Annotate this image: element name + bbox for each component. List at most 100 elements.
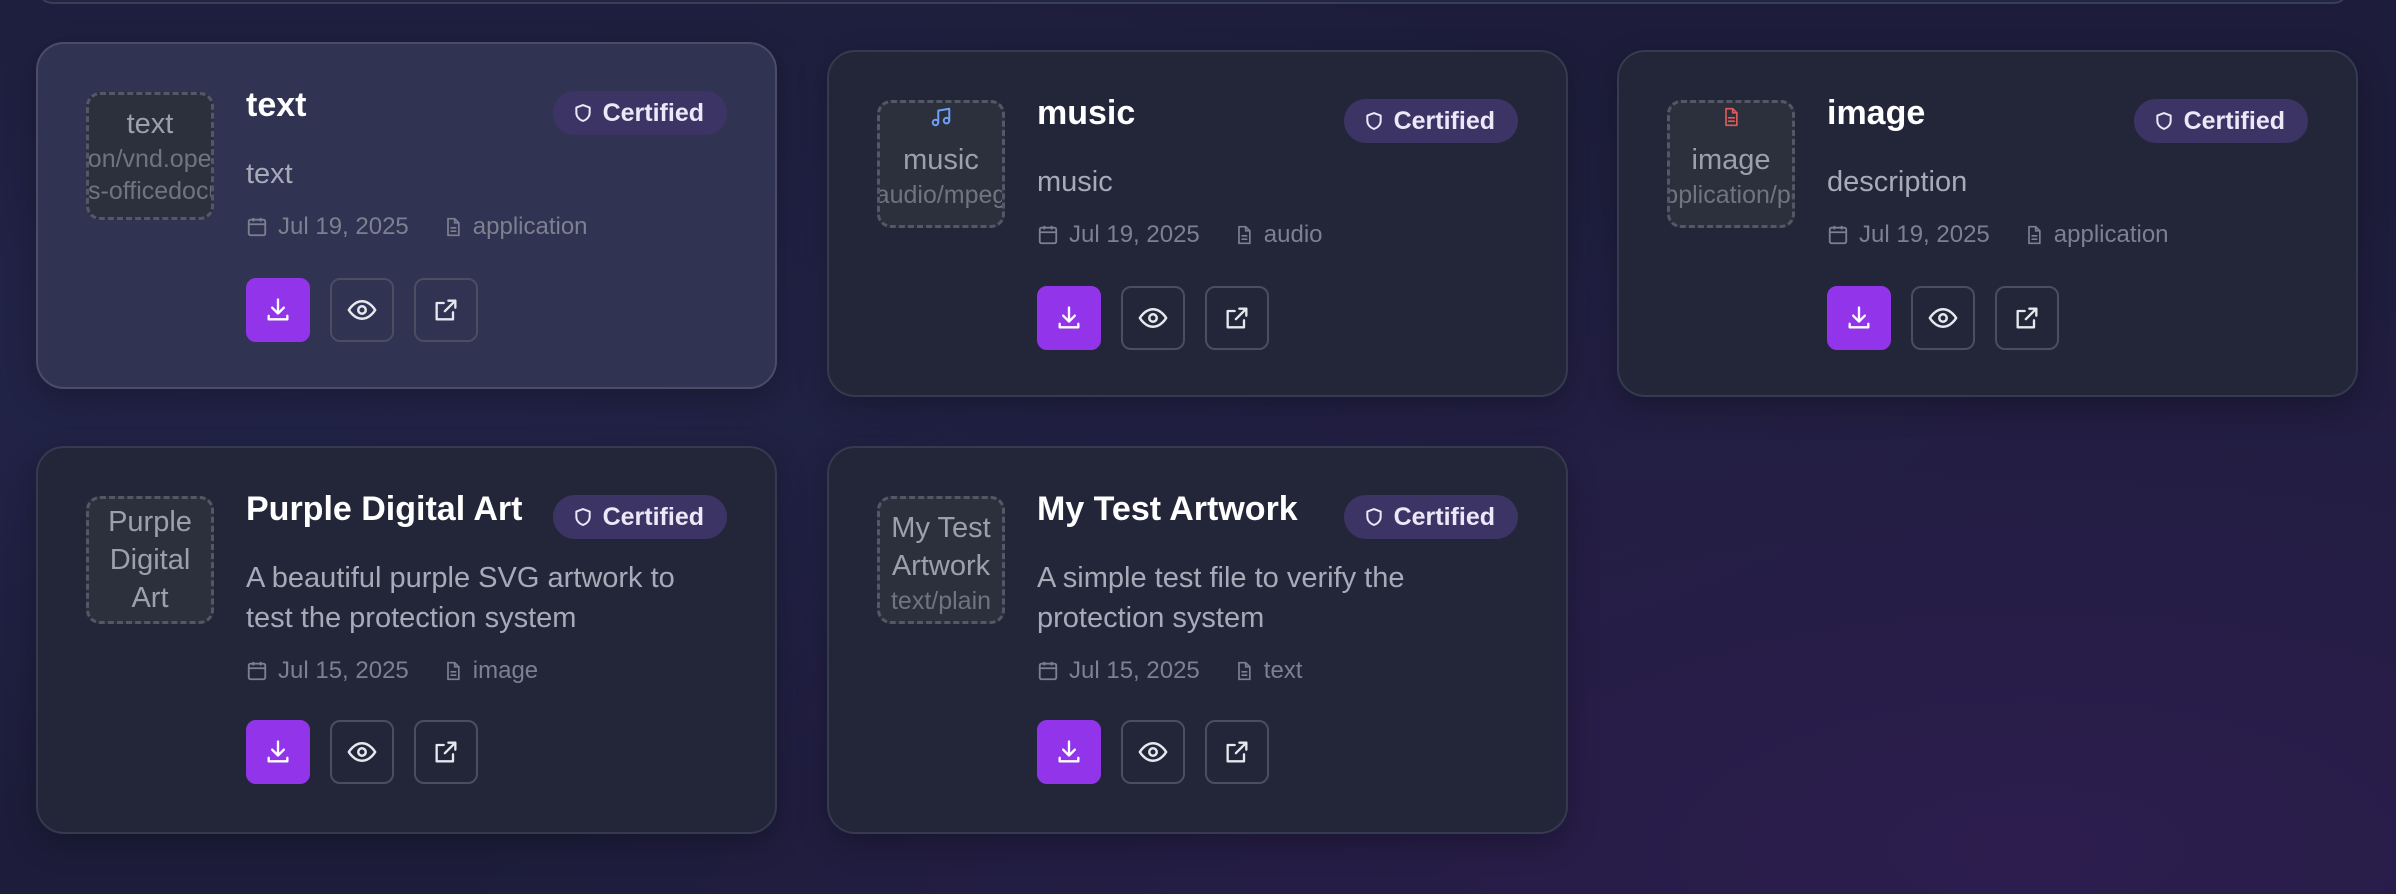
- card-type: application: [2053, 221, 2169, 248]
- top-search-bar: [36, 0, 2350, 4]
- card-actions: [1827, 286, 2059, 350]
- open-external-button[interactable]: [1205, 720, 1269, 784]
- card-title: My Test Artwork: [1037, 490, 1298, 528]
- thumbnail-mime: application/vnd.openxmlformats-officedoc…: [87, 145, 212, 205]
- download-icon: [267, 298, 289, 321]
- open-external-button[interactable]: [414, 278, 478, 342]
- shield-icon: [574, 104, 591, 122]
- thumbnail: My Test Artwork text/plain: [877, 496, 1005, 624]
- card-meta: Jul 19, 2025 application: [1827, 220, 2169, 250]
- card-description: A beautiful purple SVG artwork to test t…: [246, 562, 675, 634]
- external-link-icon: [2016, 307, 2038, 329]
- card-actions: [1037, 720, 1269, 784]
- card-date: Jul 19, 2025: [1069, 221, 1200, 248]
- preview-button[interactable]: [330, 278, 394, 342]
- thumbnail-name: text: [126, 108, 174, 140]
- artwork-card[interactable]: music audio/mpeg music Certified music J…: [827, 50, 1568, 397]
- badge-label: Certified: [1393, 106, 1495, 135]
- card-description: description: [1827, 166, 1968, 198]
- card-date: Jul 15, 2025: [278, 657, 409, 684]
- card-description: text: [246, 158, 293, 190]
- thumbnail-name: Purple Digital Art: [108, 506, 192, 614]
- eye-icon: [1928, 307, 1958, 329]
- shield-icon: [1365, 508, 1382, 526]
- certified-badge: Certified: [2133, 99, 2308, 143]
- card-meta: Jul 15, 2025 text: [1037, 656, 1302, 686]
- card-date: Jul 19, 2025: [1859, 221, 1990, 248]
- card-type: text: [1263, 657, 1303, 684]
- file-icon: [446, 661, 460, 681]
- card-description: music: [1037, 166, 1113, 198]
- card-type: application: [472, 213, 588, 240]
- music-note-icon: [880, 105, 1002, 131]
- eye-icon: [347, 741, 377, 763]
- thumbnail: image application/pdf: [1667, 100, 1795, 228]
- artwork-card[interactable]: image application/pdf image Certified de…: [1617, 50, 2358, 397]
- card-date: Jul 15, 2025: [1069, 657, 1200, 684]
- calendar-icon: [247, 661, 267, 681]
- card-meta: Jul 15, 2025 image: [246, 656, 538, 686]
- download-icon: [1848, 306, 1870, 329]
- download-button[interactable]: [1037, 720, 1101, 784]
- download-button[interactable]: [246, 720, 310, 784]
- external-link-icon: [1226, 307, 1248, 329]
- card-actions: [246, 720, 478, 784]
- badge-label: Certified: [1393, 502, 1495, 531]
- badge-label: Certified: [2183, 106, 2285, 135]
- shield-icon: [1365, 112, 1382, 130]
- external-link-icon: [435, 741, 457, 763]
- thumbnail: music audio/mpeg: [877, 100, 1005, 228]
- open-external-button[interactable]: [414, 720, 478, 784]
- thumbnail-mime: text/plain: [890, 587, 992, 615]
- certified-badge: Certified: [1343, 495, 1518, 539]
- open-external-button[interactable]: [1205, 286, 1269, 350]
- external-link-icon: [1226, 741, 1248, 763]
- open-external-button[interactable]: [1995, 286, 2059, 350]
- certified-badge: Certified: [552, 91, 727, 135]
- download-icon: [1058, 306, 1080, 329]
- artwork-card[interactable]: Purple Digital Art Purple Digital Art Ce…: [36, 446, 777, 834]
- card-actions: [1037, 286, 1269, 350]
- preview-button[interactable]: [1911, 286, 1975, 350]
- external-link-icon: [435, 299, 457, 321]
- preview-button[interactable]: [1121, 286, 1185, 350]
- download-button[interactable]: [1037, 286, 1101, 350]
- card-type: audio: [1263, 221, 1323, 248]
- card-type: image: [472, 657, 539, 684]
- file-icon: [1237, 661, 1251, 681]
- card-meta: Jul 19, 2025 application: [246, 212, 588, 242]
- file-icon: [1237, 225, 1251, 245]
- certified-badge: Certified: [1343, 99, 1518, 143]
- card-title: music: [1037, 94, 1136, 132]
- badge-label: Certified: [602, 98, 704, 127]
- certified-badge: Certified: [552, 495, 727, 539]
- eye-icon: [347, 299, 377, 321]
- document-icon: [1670, 105, 1792, 131]
- artwork-card[interactable]: text application/vnd.openxmlformats-offi…: [36, 42, 777, 389]
- card-title: Purple Digital Art: [246, 490, 523, 528]
- thumbnail: Purple Digital Art: [86, 496, 214, 624]
- download-button[interactable]: [246, 278, 310, 342]
- download-icon: [1058, 740, 1080, 763]
- thumbnail-name: image: [1691, 144, 1771, 176]
- thumbnail-mime: application/pdf: [1667, 181, 1792, 209]
- shield-icon: [574, 508, 591, 526]
- preview-button[interactable]: [1121, 720, 1185, 784]
- card-title: image: [1827, 94, 1926, 132]
- thumbnail-name: music: [903, 144, 979, 176]
- badge-label: Certified: [602, 502, 704, 531]
- shield-icon: [2155, 112, 2172, 130]
- download-button[interactable]: [1827, 286, 1891, 350]
- download-icon: [267, 740, 289, 763]
- card-actions: [246, 278, 478, 342]
- preview-button[interactable]: [330, 720, 394, 784]
- card-description: A simple test file to verify the protect…: [1037, 562, 1405, 634]
- artwork-card[interactable]: My Test Artwork text/plain My Test Artwo…: [827, 446, 1568, 834]
- thumbnail: text application/vnd.openxmlformats-offi…: [86, 92, 214, 220]
- card-meta: Jul 19, 2025 audio: [1037, 220, 1323, 250]
- eye-icon: [1138, 741, 1168, 763]
- calendar-icon: [247, 217, 267, 237]
- file-icon: [446, 217, 460, 237]
- file-icon: [2027, 225, 2041, 245]
- card-title: text: [246, 86, 307, 124]
